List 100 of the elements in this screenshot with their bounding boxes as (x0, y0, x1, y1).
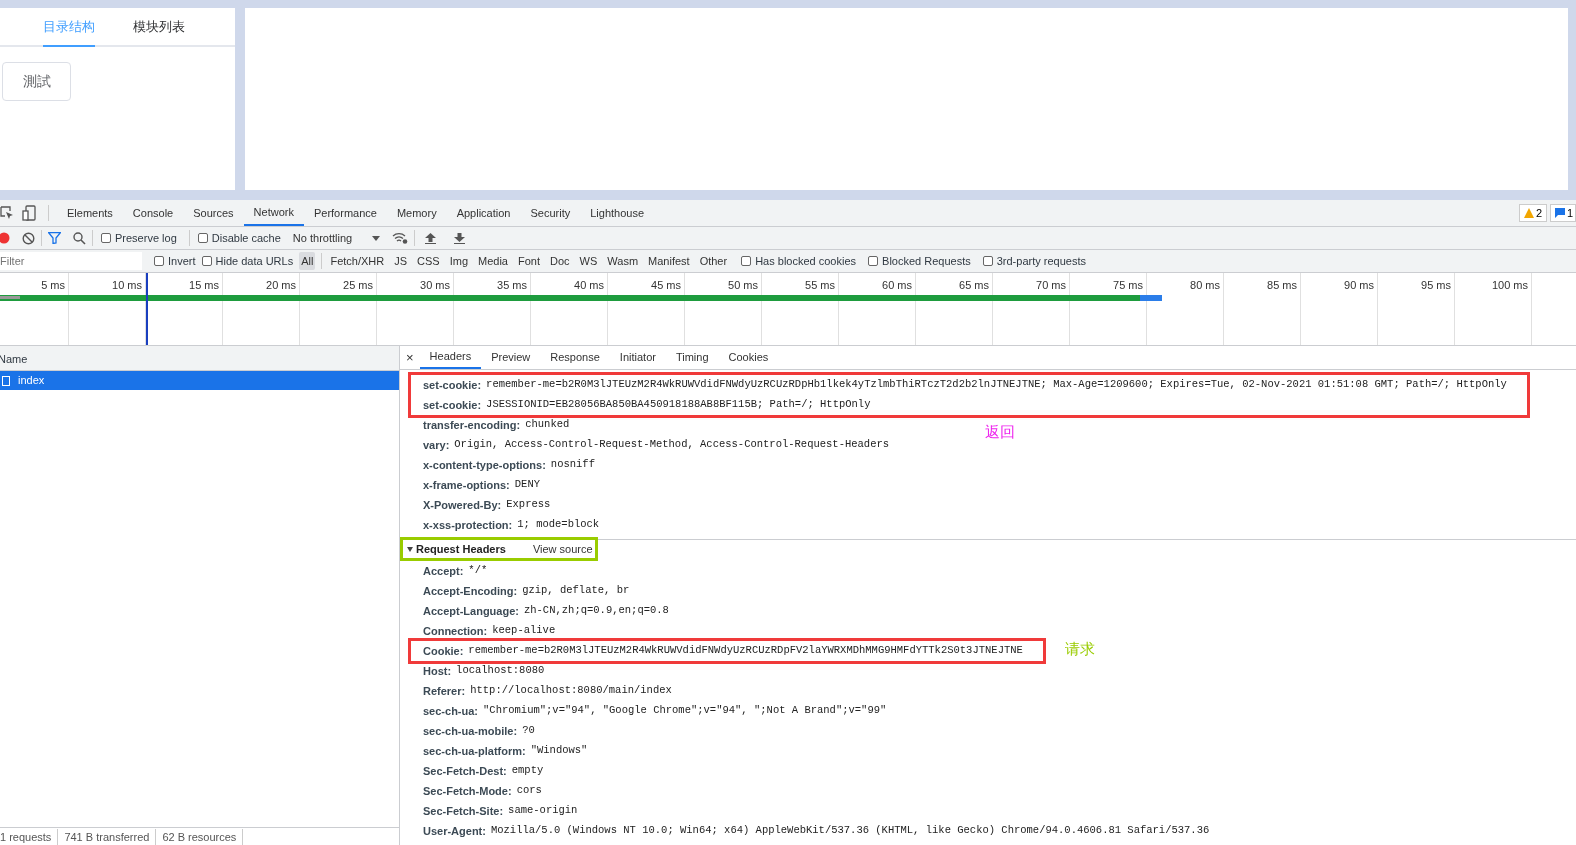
type-filter[interactable]: CSS (415, 251, 442, 271)
header-value: empty (511, 763, 544, 779)
header-name: vary: (423, 437, 450, 453)
blocked-requests-checkbox[interactable]: Blocked Requests (868, 252, 971, 270)
request-row[interactable]: index (0, 371, 399, 390)
type-filter[interactable]: Font (516, 251, 542, 271)
blocked-cookies-checkbox[interactable]: Has blocked cookies (741, 252, 857, 270)
invert-checkbox[interactable]: Invert (154, 252, 196, 270)
header-name: sec-ch-ua: (423, 703, 479, 719)
panel-tab[interactable]: Elements (57, 200, 123, 226)
type-filter[interactable]: Manifest (646, 251, 692, 271)
panel-tab[interactable]: Security (520, 200, 581, 226)
header-value: Origin, Access-Control-Request-Method, Access-Control-Request-Headers (454, 437, 890, 453)
tick-label: 95 ms (1421, 279, 1451, 291)
third-party-checkbox[interactable]: 3rd-party requests (982, 252, 1086, 270)
header-value: zh-CN,zh;q=0.9,en;q=0.8 (523, 603, 669, 619)
header-name: x-xss-protection: (423, 517, 513, 533)
header-value: cors (516, 783, 542, 799)
detail-tab[interactable]: Preview (481, 346, 541, 369)
upload-icon[interactable] (425, 232, 437, 244)
type-filter[interactable]: Fetch/XHR (328, 251, 387, 271)
header-name: Referer: (423, 683, 466, 699)
header-value: 1; mode=block (517, 517, 600, 533)
type-filter[interactable]: Wasm (605, 251, 641, 271)
download-icon[interactable] (454, 232, 466, 244)
tick-label: 5 ms (41, 279, 65, 291)
close-button[interactable]: × (406, 346, 420, 369)
type-filter[interactable]: WS (577, 251, 600, 271)
header-name: Accept-Encoding: (423, 583, 518, 599)
header-value: same-origin (508, 803, 578, 819)
tick-label: 50 ms (728, 279, 758, 291)
tick-label: 55 ms (805, 279, 835, 291)
type-filter[interactable]: All (299, 251, 316, 271)
panel-tab[interactable]: Lighthouse (580, 200, 655, 226)
detail-tab[interactable]: Headers (419, 346, 482, 369)
filter-icon[interactable] (48, 232, 61, 244)
header-value: "Chromium";v="94", "Google Chrome";v="94", ";Not A Brand";v="99" (483, 703, 887, 719)
messages-button[interactable]: 1 (1550, 204, 1576, 222)
header-value: http://localhost:8080/main/index (470, 683, 672, 699)
header-name: x-content-type-options: (423, 457, 546, 473)
search-icon[interactable] (73, 231, 86, 245)
detail-tab[interactable]: Response (540, 346, 610, 369)
header-value: DENY (514, 477, 540, 493)
header-value: remember-me=b2R0M3lJTEUzM2R4WkRUWVdidFNWdyUzRCUzRDpFV2laYWRXMDhMMG9HMFdYTTk2S0t3JTNEJTNE (468, 643, 1023, 659)
header-name: Sec-Fetch-Site: (423, 803, 504, 819)
type-filter[interactable]: Doc (548, 251, 572, 271)
annotation-label: 返回 (985, 422, 1015, 443)
header-value: Mozilla/5.0 (Windows NT 10.0; Win64; x64) AppleWebKit/537.36 (KHTML, like Gecko) Chrome/94.0.4606.81 Safari/537.36 (490, 823, 1210, 839)
disable-cache-checkbox[interactable]: Disable cache (197, 229, 281, 247)
panel-tab[interactable]: Memory (386, 200, 447, 226)
header-name: Sec-Fetch-Mode: (423, 783, 512, 799)
header-value: localhost:8080 (456, 663, 545, 679)
document-icon (2, 375, 10, 386)
header-value: chunked (525, 417, 570, 433)
filter-field[interactable]: Filter (0, 252, 142, 270)
type-filter[interactable]: Img (447, 251, 470, 271)
tick-label: 15 ms (189, 279, 219, 291)
tick-label: 30 ms (420, 279, 450, 291)
load-marker (146, 273, 148, 345)
tick-label: 25 ms (343, 279, 373, 291)
status-text: 1 requests (0, 828, 59, 845)
header-name: transfer-encoding: (423, 417, 521, 433)
panel-tab[interactable]: Application (446, 200, 521, 226)
type-filter[interactable]: JS (392, 251, 410, 271)
tick-label: 100 ms (1491, 279, 1528, 291)
tick-label: 65 ms (959, 279, 989, 291)
throttling-dropdown[interactable]: No throttling (292, 229, 381, 247)
inspect-icon[interactable] (0, 206, 14, 220)
detail-tab[interactable]: Cookies (718, 346, 779, 369)
test-button[interactable]: 測試 (2, 62, 71, 101)
header-name: set-cookie: (423, 397, 482, 413)
detail-tab[interactable]: Timing (665, 346, 719, 369)
detail-tab[interactable]: Initiator (609, 346, 666, 369)
record-icon[interactable] (0, 232, 10, 244)
preserve-log-checkbox[interactable]: Preserve log (101, 229, 177, 247)
type-filter[interactable]: Other (697, 251, 730, 271)
hide-data-urls-checkbox[interactable]: Hide data URLs (201, 252, 294, 270)
header-name: set-cookie: (423, 377, 482, 393)
view-source-link[interactable]: View source (532, 540, 593, 558)
header-value: ?0 (522, 723, 535, 739)
type-filter[interactable]: Media (476, 251, 510, 271)
panel-tab[interactable]: Performance (303, 200, 387, 226)
status-text: 62 B resources (156, 828, 244, 845)
panel-tab[interactable]: Console (122, 200, 184, 226)
section-toggle[interactable]: Request Headers (407, 540, 506, 558)
tab[interactable]: 模块列表 (133, 8, 185, 45)
warnings-button[interactable]: 2 (1518, 204, 1547, 222)
tick-label: 45 ms (651, 279, 681, 291)
clear-icon[interactable] (22, 231, 35, 245)
header-name: Sec-Fetch-Dest: (423, 763, 507, 779)
header-value: remember-me=b2R0M3lJTEUzM2R4WkRUWVdidFNWdyUzRCUzRDpHb1lkek4yTzlmbThiRTczT2d2b2lnJTNEJTNE; Max-Age=1209600; Expires=Tue, 02-Nov-2021 01:51:08 GMT; Path=/; HttpOnly (486, 377, 1507, 393)
device-icon[interactable] (22, 205, 36, 221)
tick-label: 60 ms (882, 279, 912, 291)
tick-label: 75 ms (1113, 279, 1143, 291)
header-name: Host: (423, 663, 452, 679)
message-count: 1 (1567, 205, 1574, 221)
panel-tab[interactable]: Sources (183, 200, 244, 226)
header-value: nosniff (550, 457, 595, 473)
header-value: */* (468, 563, 488, 579)
network-conditions-icon[interactable] (392, 232, 409, 244)
